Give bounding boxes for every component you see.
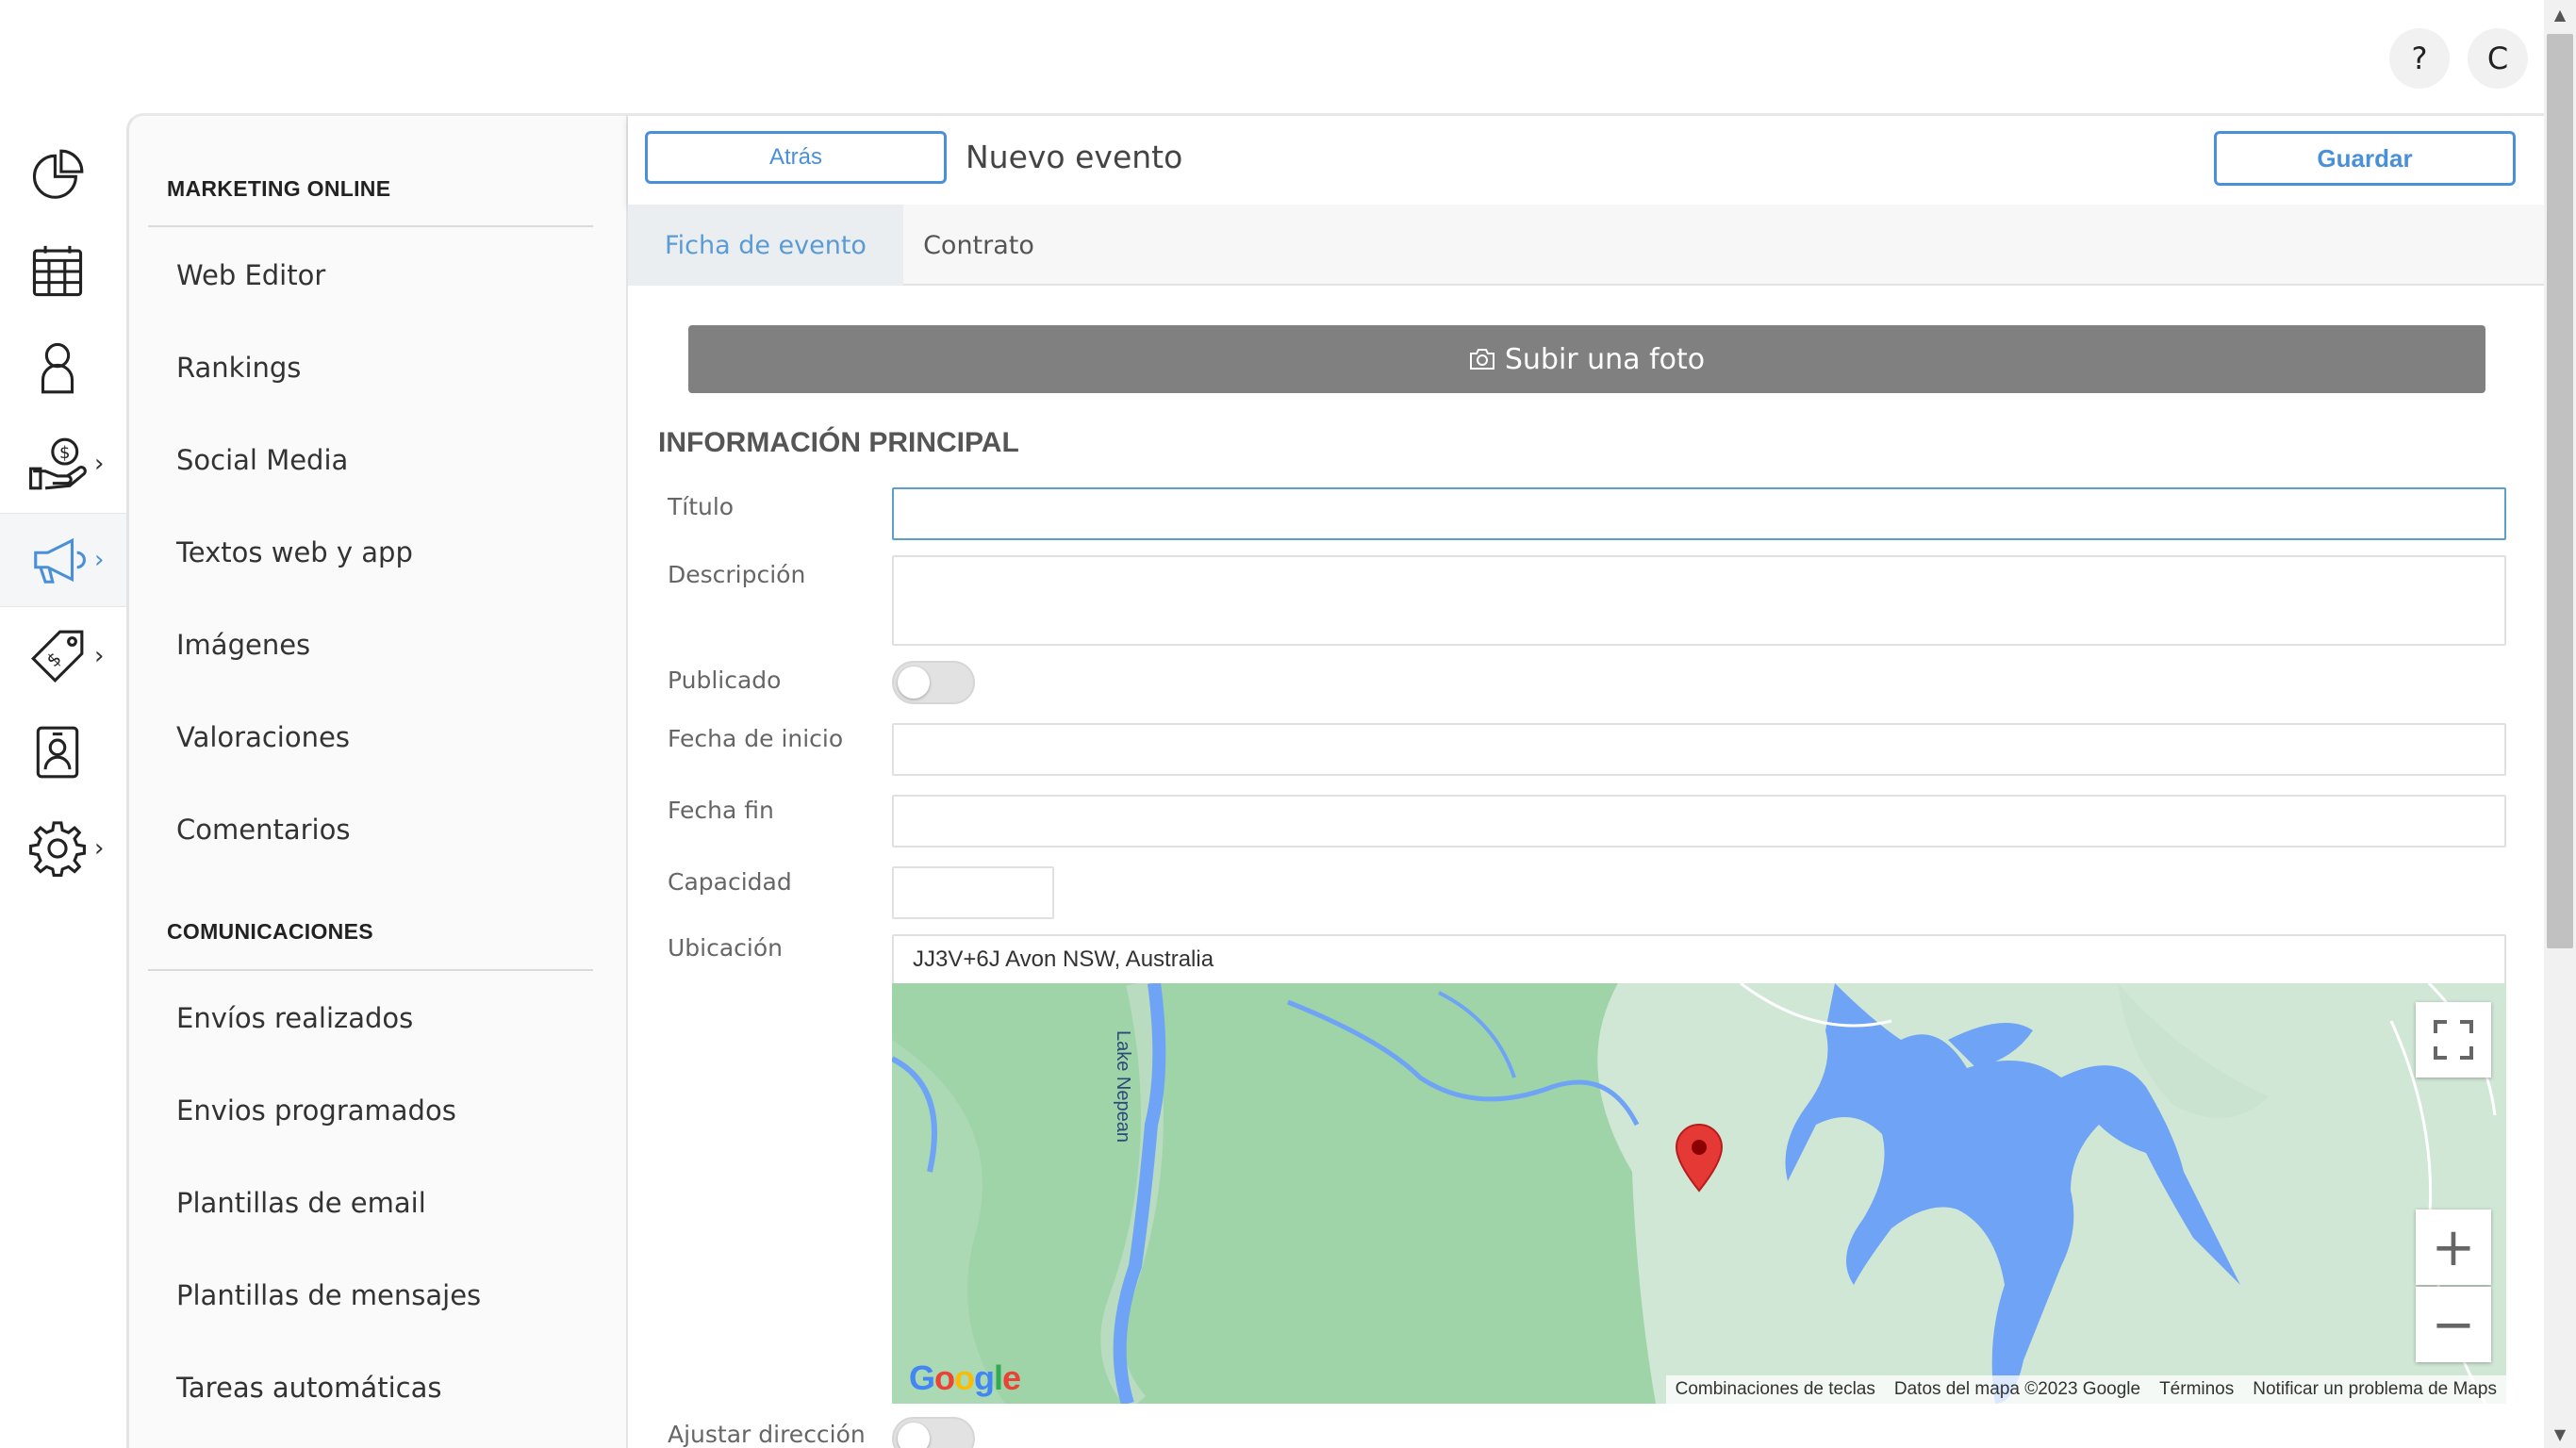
user-initial: C <box>2486 41 2509 76</box>
zoom-out-button[interactable]: − <box>2416 1287 2491 1362</box>
submenu-item-comments[interactable]: Comentarios <box>176 814 350 846</box>
chevron-right-icon: › <box>94 450 105 478</box>
title-label: Título <box>668 493 735 520</box>
fullscreen-button[interactable] <box>2416 1002 2491 1078</box>
description-textarea[interactable] <box>892 555 2506 646</box>
report-problem-link[interactable]: Notificar un problema de Maps <box>2243 1379 2506 1400</box>
map-data-text: Datos del mapa ©2023 Google <box>1893 1379 2141 1399</box>
minus-icon: − <box>2431 1293 2476 1356</box>
rail-item-calendar[interactable] <box>0 224 126 319</box>
map-tiles <box>892 983 2506 1404</box>
submenu-item-texts[interactable]: Textos web y app <box>176 536 413 568</box>
adjust-address-label: Ajustar dirección <box>668 1421 866 1448</box>
rail-item-dashboard[interactable] <box>0 128 126 222</box>
megaphone-icon <box>34 537 86 584</box>
page-title: Nuevo evento <box>966 139 1183 175</box>
end-date-label: Fecha fin <box>668 797 774 824</box>
submenu-divider <box>148 969 593 971</box>
title-input[interactable] <box>892 487 2506 540</box>
rail-item-pricing[interactable]: $ › <box>0 609 126 703</box>
end-date-input[interactable] <box>892 795 2506 847</box>
location-input[interactable]: JJ3V+6J Avon NSW, Australia <box>892 934 2506 985</box>
editor-toolbar: Atrás Nuevo evento Guardar <box>628 116 2546 205</box>
save-button[interactable]: Guardar <box>2214 131 2516 186</box>
submenu-item-automated-tasks[interactable]: Tareas automáticas <box>176 1372 441 1404</box>
terms-link[interactable]: Términos <box>2150 1379 2243 1400</box>
upload-photo-label: Subir una foto <box>1504 342 1706 376</box>
gear-icon <box>29 821 86 877</box>
fullscreen-icon <box>2434 1020 2473 1060</box>
help-label: ? <box>2411 41 2428 76</box>
chevron-right-icon: › <box>94 834 105 863</box>
rail-item-marketing[interactable]: › <box>0 513 126 607</box>
map-marker-icon[interactable] <box>1675 1123 1724 1193</box>
page-scrollbar[interactable]: ▲ ▼ <box>2544 0 2576 1448</box>
submenu-divider <box>148 225 593 227</box>
keyboard-shortcuts-link[interactable]: Combinaciones de teclas <box>1666 1379 1885 1400</box>
submenu-item-sent[interactable]: Envíos realizados <box>176 1002 413 1034</box>
submenu-item-reviews[interactable]: Valoraciones <box>176 721 350 753</box>
submenu-section-title: COMUNICACIONES <box>167 919 373 944</box>
submenu-item-scheduled[interactable]: Envios programados <box>176 1094 456 1127</box>
user-icon <box>41 342 74 394</box>
submenu-item-email-templates[interactable]: Plantillas de email <box>176 1187 426 1219</box>
lake-label: Lake Nepean <box>1113 1030 1133 1143</box>
submenu-item-message-templates[interactable]: Plantillas de mensajes <box>176 1279 481 1311</box>
camera-icon <box>1469 349 1494 370</box>
tab-event-sheet[interactable]: Ficha de evento <box>628 205 903 286</box>
rail-item-staff[interactable] <box>0 705 126 799</box>
map-attribution: Combinaciones de teclas Datos del mapa ©… <box>1665 1375 2506 1404</box>
toggle-knob <box>898 1423 930 1448</box>
marketing-submenu: MARKETING ONLINE Web Editor Rankings Soc… <box>126 113 626 1448</box>
id-badge-icon <box>36 726 79 779</box>
submenu-item-rankings[interactable]: Rankings <box>176 352 301 384</box>
plus-icon: + <box>2431 1216 2476 1278</box>
submenu-item-web-editor[interactable]: Web Editor <box>176 259 325 291</box>
scroll-down-arrow-icon[interactable]: ▼ <box>2544 1420 2576 1448</box>
zoom-in-button[interactable]: + <box>2416 1209 2491 1285</box>
scroll-up-arrow-icon[interactable]: ▲ <box>2544 0 2576 28</box>
submenu-item-images[interactable]: Imágenes <box>176 629 310 661</box>
help-button[interactable]: ? <box>2389 28 2450 89</box>
toggle-knob <box>898 666 930 699</box>
description-label: Descripción <box>668 561 806 588</box>
user-avatar-button[interactable]: C <box>2468 28 2528 89</box>
calendar-grid-icon <box>32 245 83 297</box>
rail-item-customers[interactable] <box>0 321 126 415</box>
chevron-right-icon: › <box>94 546 105 574</box>
location-map[interactable]: Lake Nepean + − Google Combinaciones de … <box>892 983 2506 1404</box>
capacity-label: Capacidad <box>668 868 792 896</box>
published-label: Publicado <box>668 666 782 694</box>
capacity-input[interactable] <box>892 866 1054 919</box>
adjust-address-toggle[interactable] <box>892 1417 975 1448</box>
tab-contract[interactable]: Contrato <box>903 205 1054 286</box>
pie-chart-icon <box>32 149 84 199</box>
location-label: Ubicación <box>668 934 784 962</box>
rail-item-settings[interactable]: › <box>0 801 126 896</box>
rail-item-finance[interactable]: $ › <box>0 417 126 511</box>
chevron-right-icon: › <box>94 642 105 670</box>
submenu-section-title: MARKETING ONLINE <box>167 176 391 201</box>
upload-photo-button[interactable]: Subir una foto <box>688 325 2485 393</box>
back-button[interactable]: Atrás <box>645 131 947 184</box>
event-editor: Atrás Nuevo evento Guardar Ficha de even… <box>626 113 2546 1448</box>
submenu-item-social-media[interactable]: Social Media <box>176 444 348 476</box>
start-date-input[interactable] <box>892 723 2506 776</box>
google-logo: Google <box>909 1358 1021 1397</box>
svg-text:$: $ <box>59 443 71 463</box>
published-toggle[interactable] <box>892 661 975 704</box>
svg-text:$: $ <box>42 648 66 671</box>
section-title: INFORMACIÓN PRINCIPAL <box>658 427 1019 458</box>
tab-bar: Ficha de evento Contrato <box>628 205 2546 286</box>
money-hand-icon: $ <box>29 437 87 490</box>
icon-rail: $ › › $ › › <box>0 113 126 1448</box>
scrollbar-thumb[interactable] <box>2547 34 2573 948</box>
price-tag-icon: $ <box>30 630 84 683</box>
start-date-label: Fecha de inicio <box>668 725 844 752</box>
